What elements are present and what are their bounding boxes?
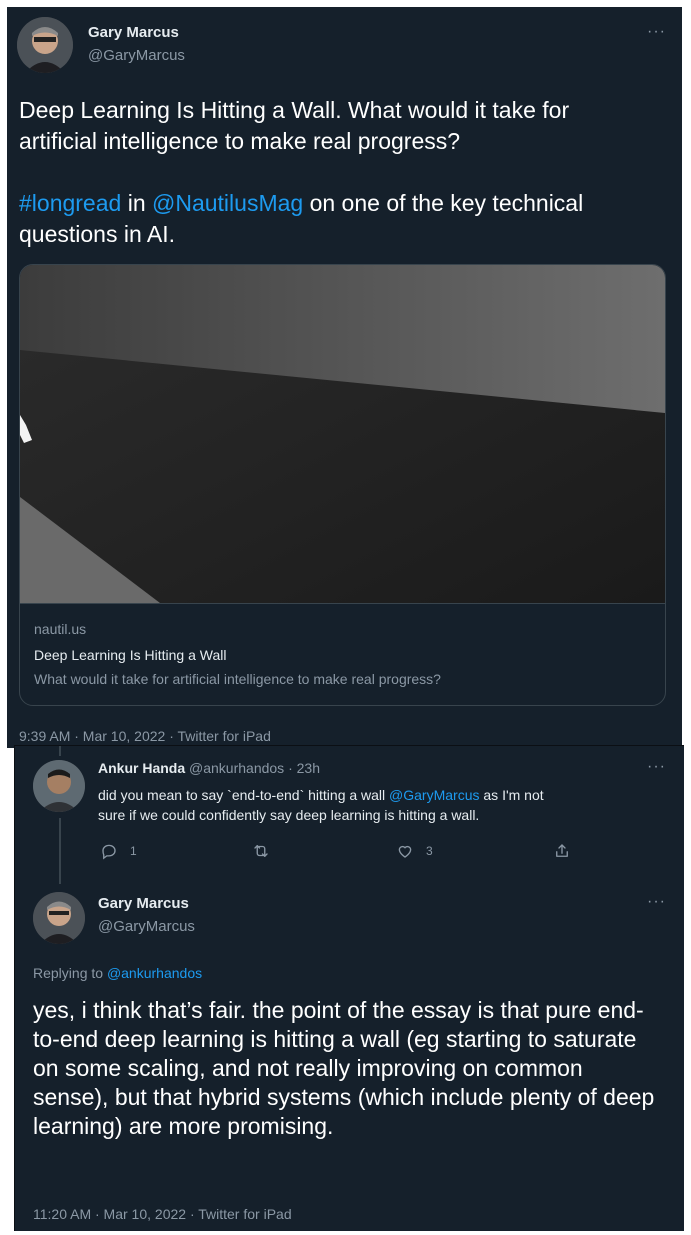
author-name[interactable]: Ankur Handa: [98, 760, 185, 776]
tweet-text-line: #longread in @NautilusMag on one of the …: [19, 188, 669, 219]
retweet-button[interactable]: [252, 842, 270, 860]
like-count: 3: [426, 844, 433, 858]
reply-time[interactable]: 23h: [297, 760, 320, 776]
link-card[interactable]: nautil.us Deep Learning Is Hitting a Wal…: [19, 264, 666, 706]
retweet-icon: [254, 845, 268, 857]
main-tweet: Gary Marcus @GaryMarcus ··· Deep Learnin…: [7, 7, 682, 748]
card-domain: nautil.us: [34, 621, 87, 637]
response-text: yes, i think that’s fair. the point of t…: [33, 997, 655, 1139]
reply-text-line: sure if we could confidently say deep le…: [98, 807, 480, 823]
author-handle[interactable]: @ankurhandos: [189, 760, 284, 776]
reply-text-part: did you mean to say `end-to-end` hitting…: [98, 787, 390, 803]
replying-to-label: Replying to: [33, 965, 107, 981]
like-button[interactable]: 3: [396, 842, 433, 860]
more-options-icon[interactable]: ···: [647, 893, 666, 911]
mention-link[interactable]: @GaryMarcus: [389, 787, 479, 803]
tweet-timestamp[interactable]: 9:39 AM · Mar 10, 2022 · Twitter for iPa…: [19, 728, 271, 744]
reply-thread: Ankur Handa @ankurhandos · 23h ··· did y…: [14, 745, 684, 1231]
reply-button[interactable]: 1: [100, 842, 137, 860]
share-icon: [556, 844, 568, 857]
author-name[interactable]: Gary Marcus: [88, 24, 179, 41]
author-handle[interactable]: @GaryMarcus: [98, 918, 195, 935]
avatar[interactable]: [33, 760, 85, 812]
heart-icon: [398, 845, 412, 858]
avatar[interactable]: [33, 892, 85, 944]
avatar[interactable]: [17, 17, 73, 73]
replying-to-handle[interactable]: @ankurhandos: [107, 965, 202, 981]
tweet-timestamp[interactable]: 11:20 AM · Mar 10, 2022 · Twitter for iP…: [33, 1206, 292, 1222]
tweet-text-tail: on one of the key technical: [303, 190, 584, 216]
author-handle[interactable]: @GaryMarcus: [88, 47, 185, 64]
reply-header: Ankur Handa @ankurhandos · 23h: [98, 760, 320, 776]
replying-to: Replying to @ankurhandos: [33, 965, 202, 981]
more-options-icon[interactable]: ···: [647, 23, 666, 41]
reply-icon: [102, 844, 116, 860]
thread-line: [59, 818, 61, 884]
separator: ·: [288, 760, 293, 776]
more-options-icon[interactable]: ···: [647, 758, 666, 776]
card-image: [20, 265, 665, 604]
tweet-text-line: Deep Learning Is Hitting a Wall. What wo…: [19, 97, 570, 123]
tweet-text-line: questions in AI.: [19, 221, 175, 247]
share-button[interactable]: [553, 842, 571, 860]
reply-text-line: did you mean to say `end-to-end` hitting…: [98, 785, 658, 805]
card-title: Deep Learning Is Hitting a Wall: [34, 647, 227, 663]
mention-link[interactable]: @NautilusMag: [152, 190, 303, 216]
hashtag-link[interactable]: #longread: [19, 190, 121, 216]
tweet-text-line: artificial intelligence to make real pro…: [19, 128, 461, 154]
reply-text-part: as I'm not: [479, 787, 544, 803]
tweet-text: Deep Learning Is Hitting a Wall. What wo…: [19, 95, 669, 250]
thread-line: [59, 746, 61, 756]
in-word: in: [121, 190, 152, 216]
reply-count: 1: [130, 844, 137, 858]
reply-text: did you mean to say `end-to-end` hitting…: [98, 785, 658, 825]
author-name[interactable]: Gary Marcus: [98, 895, 189, 912]
card-description: What would it take for artificial intell…: [34, 671, 441, 687]
